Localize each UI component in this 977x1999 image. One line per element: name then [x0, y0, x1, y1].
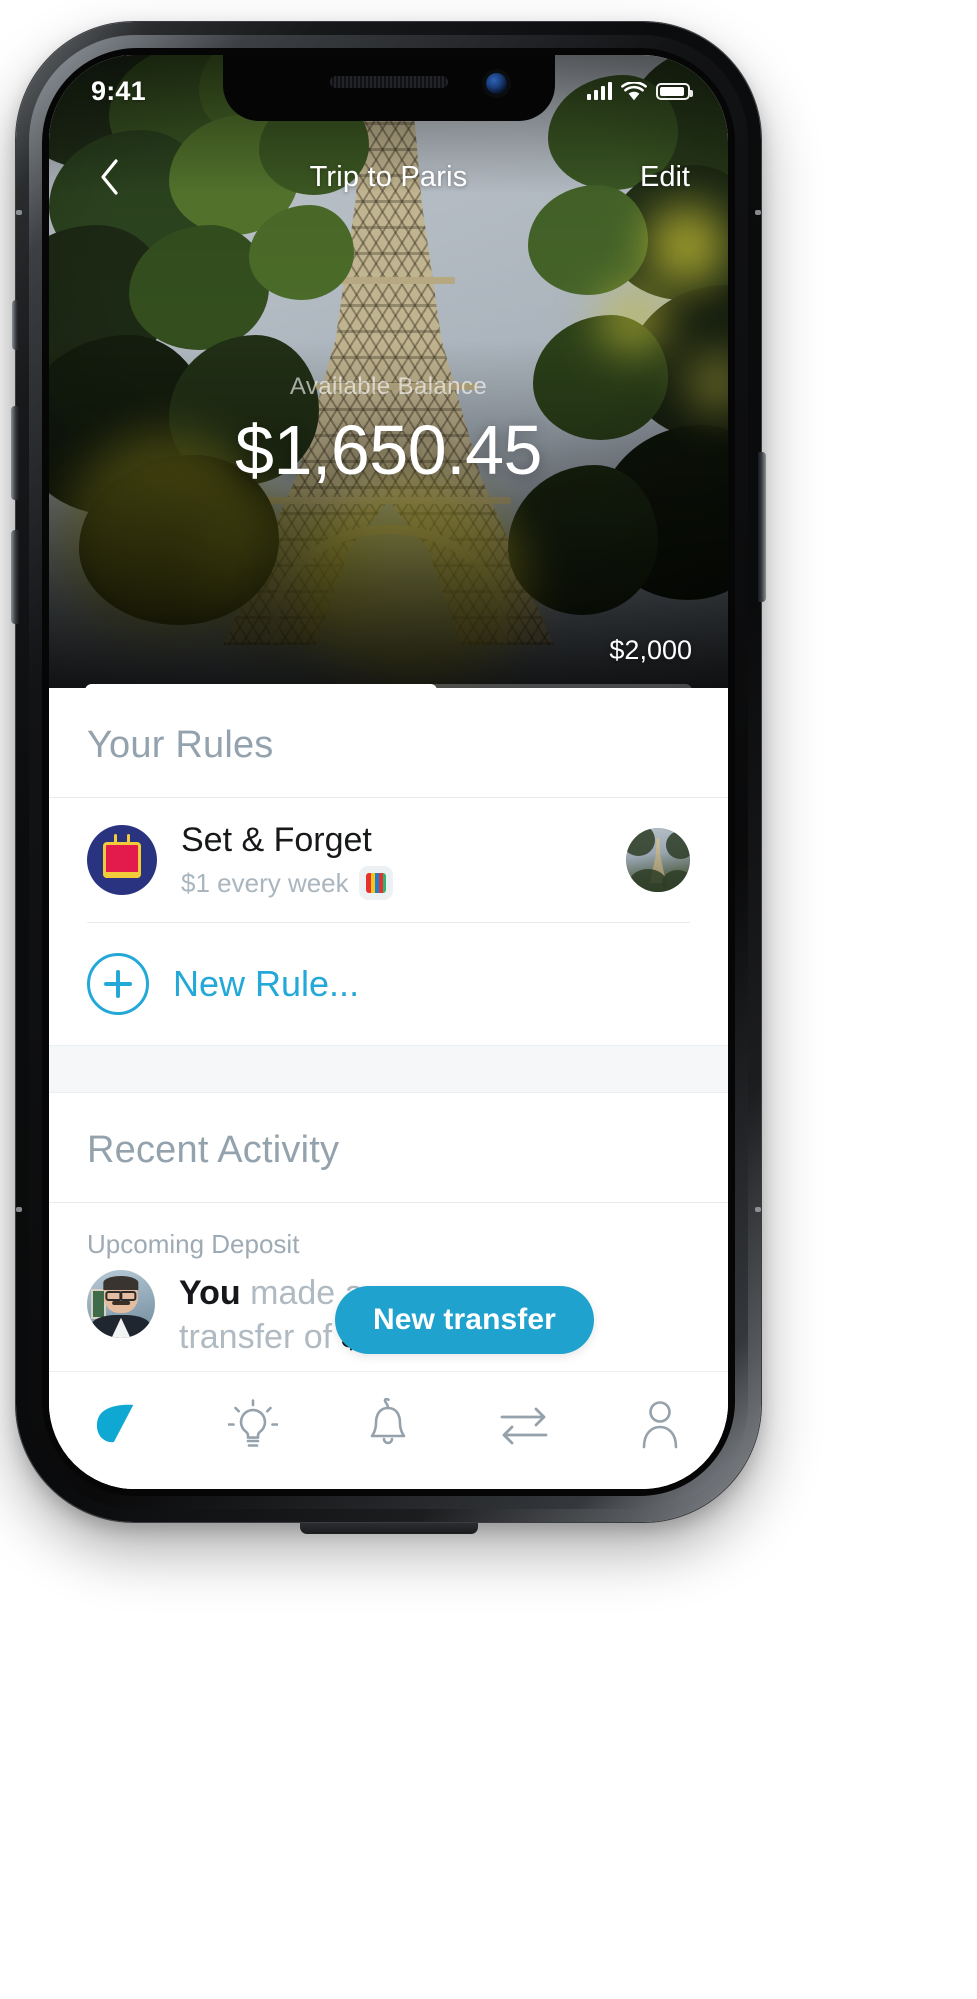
balance-amount: $1,650.45: [235, 411, 542, 489]
chevron-left-icon: [98, 158, 120, 196]
rule-name: Set & Forget: [181, 821, 372, 859]
antenna-seam: [755, 210, 761, 215]
balance-block: Available Balance $1,650.45: [49, 373, 728, 485]
transfer-arrows-icon: [498, 1403, 550, 1447]
rules-section-title: Your Rules: [87, 724, 274, 766]
bottom-tab-bar: [49, 1371, 728, 1489]
silent-switch-button[interactable]: [12, 300, 19, 350]
person-icon: [638, 1399, 682, 1451]
navigation-bar: Trip to Paris Edit: [49, 147, 728, 207]
status-bar: 9:41: [49, 55, 728, 121]
cellular-signal-icon: [587, 82, 612, 100]
status-bar-time: 9:41: [91, 75, 146, 106]
activity-item[interactable]: You made a transfer of $1. New transfer: [49, 1268, 728, 1385]
volume-up-button[interactable]: [11, 406, 19, 500]
activity-section-title: Recent Activity: [87, 1129, 340, 1172]
new-rule-label: New Rule...: [173, 963, 360, 1005]
new-transfer-button[interactable]: New transfer: [335, 1286, 594, 1355]
battery-icon: [656, 82, 693, 100]
goals-leaf-icon: [91, 1399, 143, 1451]
tab-transfers[interactable]: [456, 1390, 592, 1460]
goal-progress-fill: [85, 684, 438, 697]
antenna-seam: [16, 1207, 22, 1212]
rule-avatar: [626, 828, 690, 893]
activity-item-label: Upcoming Deposit: [87, 1229, 300, 1260]
antenna-seam: [755, 1207, 761, 1212]
volume-down-button[interactable]: [11, 530, 19, 624]
rule-text-block: Set & Forget $1 every week: [181, 820, 602, 901]
wifi-icon: [621, 80, 647, 101]
tab-notifications[interactable]: [321, 1390, 457, 1460]
activity-section-header: Recent Activity: [49, 1093, 728, 1202]
new-rule-button[interactable]: New Rule...: [49, 923, 728, 1045]
plus-circle-icon: [87, 953, 149, 1016]
rule-item-set-and-forget[interactable]: Set & Forget $1 every week: [49, 798, 728, 922]
activity-text-prefix: You: [179, 1274, 241, 1313]
screenshot-stage: 9:41 Trip to Paris Edit Available Balanc…: [0, 0, 977, 1999]
power-button[interactable]: [758, 452, 766, 602]
balance-label: Available Balance: [289, 373, 488, 400]
lightbulb-icon: [227, 1399, 278, 1451]
tab-profile[interactable]: [592, 1390, 728, 1460]
edit-button[interactable]: Edit: [640, 161, 690, 194]
goal-progress-bar: [85, 684, 692, 697]
artwork-badge-icon: [358, 866, 393, 901]
antenna-seam: [16, 210, 22, 215]
phone-screen: 9:41 Trip to Paris Edit Available Balanc…: [49, 55, 728, 1489]
activity-text-line2: transfer of: [179, 1317, 342, 1356]
iphone-device-frame: 9:41 Trip to Paris Edit Available Balanc…: [11, 22, 766, 1534]
user-avatar: [87, 1270, 155, 1339]
bell-icon: [366, 1397, 410, 1452]
section-gap-band: [49, 1045, 728, 1094]
rule-subtitle-row: $1 every week: [181, 866, 602, 901]
status-bar-indicators: [587, 80, 693, 101]
device-bottom-nub: [299, 1523, 478, 1534]
back-button[interactable]: [87, 155, 131, 199]
rule-subtitle: $1 every week: [181, 867, 349, 898]
page-title: Trip to Paris: [309, 160, 468, 193]
goal-amount: $2,000: [609, 635, 692, 665]
calendar-icon: [87, 825, 157, 896]
rules-section-header: Your Rules: [49, 688, 728, 797]
tab-insights[interactable]: [185, 1390, 321, 1460]
tab-goals[interactable]: [49, 1390, 185, 1460]
content-sheet: Your Rules Set & Forget $1 every week Ne…: [49, 688, 728, 1489]
